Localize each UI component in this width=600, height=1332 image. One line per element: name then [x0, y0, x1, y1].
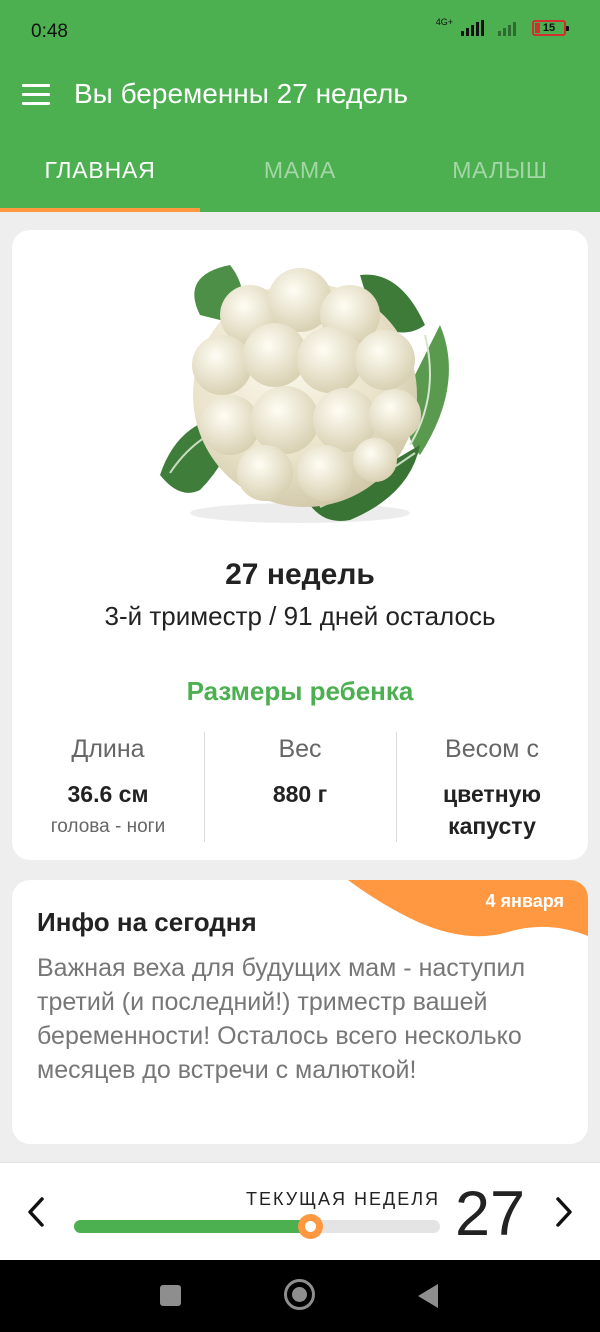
signal-icon [461, 20, 484, 36]
cauliflower-image [140, 245, 460, 535]
current-week-label: ТЕКУЩАЯ НЕДЕЛЯ [246, 1189, 441, 1209]
signal-no-sim-icon [498, 20, 516, 36]
baby-size-stats: Длина 36.6 см голова - ноги Вес 880 г Ве… [12, 732, 588, 842]
tab-main[interactable]: ГЛАВНАЯ [0, 128, 200, 212]
stat-length-value: 36.6 см [67, 781, 149, 807]
tab-bar: ГЛАВНАЯ МАМА МАЛЫШ [0, 128, 600, 212]
app-bar: Вы беременны 27 недель [0, 64, 600, 128]
chevron-left-icon[interactable] [22, 1193, 52, 1231]
stat-length: Длина 36.6 см голова - ноги [12, 732, 204, 842]
app-title: Вы беременны 27 недель [74, 78, 408, 109]
info-body: Важная веха для будущих мам - наступил т… [37, 954, 526, 1084]
stat-comparison-label: Весом с [445, 735, 539, 763]
hamburger-menu-icon[interactable] [22, 84, 50, 106]
week-title: 27 недель [225, 558, 375, 591]
chevron-right-icon[interactable] [548, 1193, 578, 1231]
stat-comparison-value: цветную капусту [442, 781, 542, 839]
system-nav-bar [0, 1260, 600, 1332]
stat-comparison: Весом с цветную капусту [396, 732, 588, 842]
status-icons: 4G+ 15 [435, 17, 569, 36]
status-time: 0:48 [31, 21, 68, 42]
home-circle-icon[interactable] [284, 1279, 315, 1310]
trimester-subtitle: 3-й триместр / 91 дней осталось [104, 601, 496, 631]
battery-icon: 15 [532, 20, 569, 36]
status-bar: 0:48 4G+ 15 [0, 0, 600, 64]
week-slider-thumb[interactable] [298, 1214, 324, 1239]
tab-baby[interactable]: МАЛЫШ [400, 128, 600, 212]
daily-info-card[interactable]: 4 января Инфо на сегодня Важная веха для… [12, 880, 588, 1144]
baby-size-heading: Размеры ребенка [186, 676, 414, 706]
stat-weight: Вес 880 г [204, 732, 396, 842]
stat-weight-label: Вес [278, 735, 322, 763]
battery-level [535, 23, 540, 33]
week-card: 27 недель 3-й триместр / 91 дней осталос… [12, 230, 588, 860]
tab-mom[interactable]: МАМА [200, 128, 400, 212]
current-week-number: 27 [455, 1179, 526, 1249]
week-slider[interactable] [74, 1214, 440, 1239]
info-date: 4 января [485, 891, 565, 911]
back-triangle-icon[interactable] [418, 1284, 438, 1308]
network-type-label: 4G+ [435, 17, 453, 27]
stat-length-note: голова - ноги [50, 816, 166, 837]
week-slider-fill [74, 1220, 311, 1233]
stat-length-label: Длина [71, 735, 145, 763]
stat-weight-value: 880 г [272, 781, 328, 807]
info-title: Инфо на сегодня [37, 907, 257, 937]
week-selector: ТЕКУЩАЯ НЕДЕЛЯ 27 [0, 1162, 600, 1260]
battery-percent: 15 [542, 22, 556, 34]
recents-square-icon[interactable] [160, 1285, 181, 1306]
